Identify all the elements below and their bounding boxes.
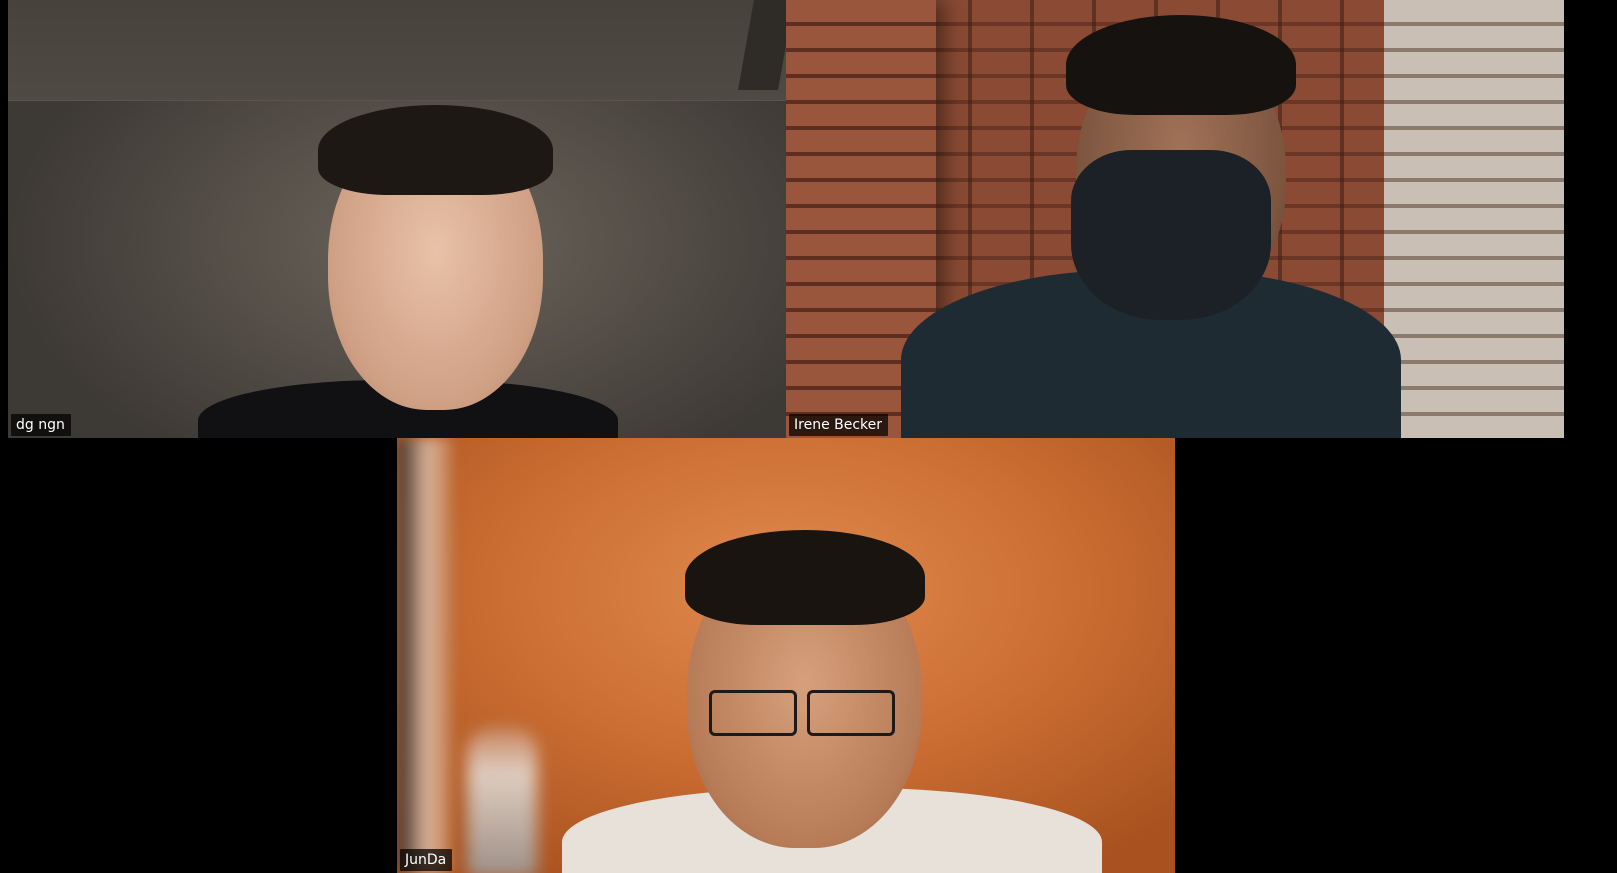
participant-hair bbox=[685, 530, 925, 625]
participant-video-tile-1[interactable]: dg ngn bbox=[8, 0, 786, 438]
participant-video-tile-3[interactable]: JunDa bbox=[397, 438, 1175, 873]
participant-hair bbox=[318, 105, 553, 195]
participant-video-feed-1 bbox=[8, 0, 786, 438]
participant-video-feed-3 bbox=[397, 438, 1175, 873]
participant-name-label-2: Irene Becker bbox=[789, 414, 889, 436]
participant-name-label-1: dg ngn bbox=[11, 414, 71, 436]
participant-video-tile-2[interactable]: Irene Becker bbox=[786, 0, 1564, 438]
participant-hair bbox=[1066, 15, 1296, 115]
participant-glasses-left-lens bbox=[709, 690, 797, 736]
participant-video-feed-2 bbox=[786, 0, 1564, 438]
participant-glasses-right-lens bbox=[807, 690, 895, 736]
video-call-gallery: dg ngn Irene Becker JunDa bbox=[0, 0, 1617, 873]
participant-name-label-3: JunDa bbox=[400, 849, 453, 871]
participant-face-mask bbox=[1071, 150, 1271, 320]
